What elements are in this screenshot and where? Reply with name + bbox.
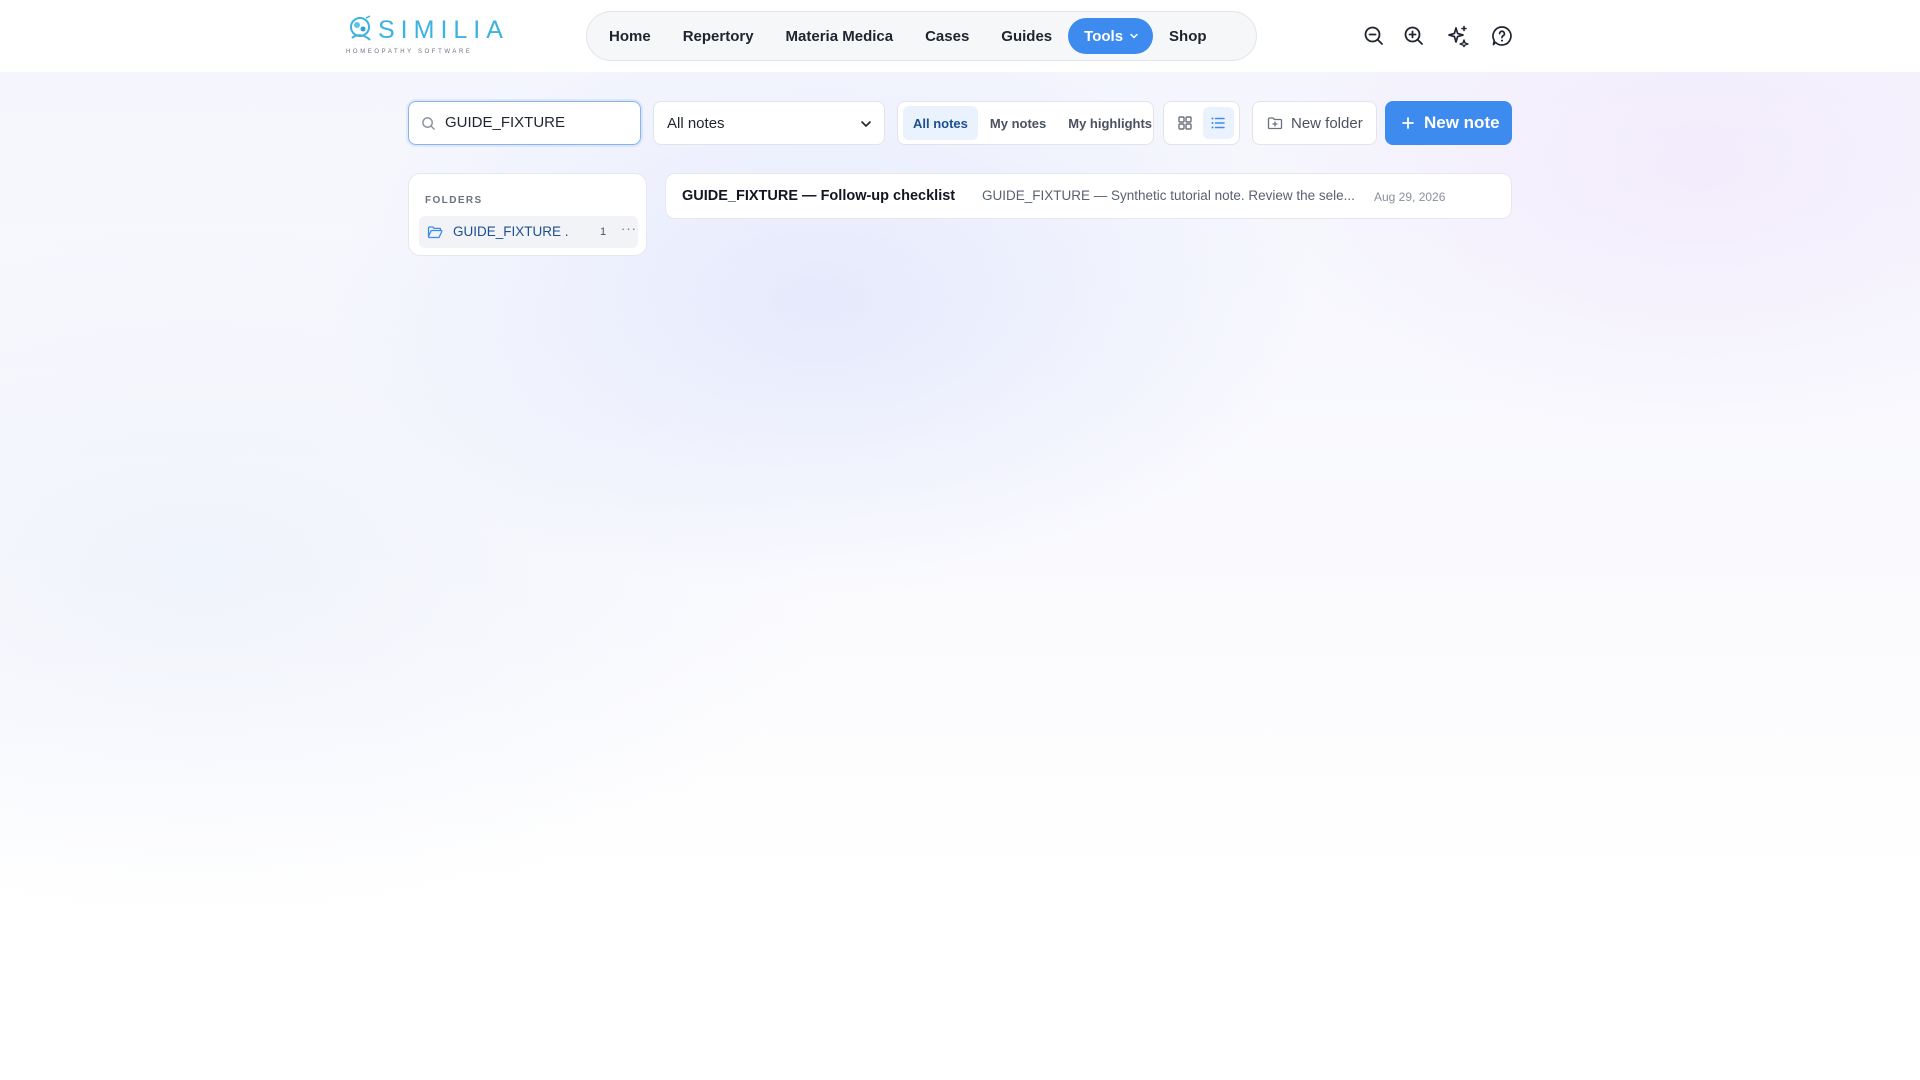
nav-item-repertory[interactable]: Repertory: [667, 18, 770, 54]
page-background: [0, 72, 1920, 1080]
sparkles-icon[interactable]: [1446, 24, 1470, 48]
note-snippet: GUIDE_FIXTURE — Synthetic tutorial note.…: [982, 188, 1355, 203]
search-input[interactable]: [445, 102, 635, 143]
notes-filter-select[interactable]: All notes: [653, 101, 885, 145]
nav-item-tools[interactable]: Tools: [1068, 18, 1154, 54]
help-icon[interactable]: [1490, 24, 1514, 48]
folders-heading: FOLDERS: [425, 195, 483, 206]
new-folder-label: New folder: [1291, 114, 1363, 132]
list-icon: [1211, 117, 1225, 129]
search-box: [408, 101, 641, 145]
segment-my-notes[interactable]: My notes: [980, 106, 1056, 140]
nav-item-shop[interactable]: Shop: [1153, 18, 1223, 54]
logo-mark-icon: [350, 15, 371, 41]
nav-item-home[interactable]: Home: [593, 18, 667, 54]
nav-item-guides[interactable]: Guides: [985, 18, 1068, 54]
brand-name: SIMILIA: [378, 16, 509, 44]
list-view-button[interactable]: [1202, 107, 1234, 139]
chevron-down-icon: [861, 121, 871, 127]
folders-panel: FOLDERS GUIDE_FIXTURE ... 1 ···: [408, 173, 647, 256]
folder-name: GUIDE_FIXTURE ...: [453, 224, 568, 239]
folder-item[interactable]: GUIDE_FIXTURE ... 1 ···: [419, 216, 638, 248]
nav-item-tools-label: Tools: [1084, 27, 1124, 45]
notes-filter-value: All notes: [667, 114, 725, 132]
main-navigation: Home Repertory Materia Medica Cases Guid…: [586, 11, 1257, 61]
similia-logo[interactable]: SIMILIA HOMEOPATHY SOFTWARE: [346, 14, 503, 56]
grid-icon: [1178, 116, 1192, 130]
notes-scope-segment: All notes My notes My highlights: [897, 101, 1154, 145]
view-mode-toggle: [1163, 101, 1240, 145]
new-folder-button[interactable]: New folder: [1252, 101, 1377, 145]
chevron-down-icon: [1130, 33, 1138, 39]
top-header: SIMILIA HOMEOPATHY SOFTWARE Home Reperto…: [0, 0, 1920, 72]
note-list-item[interactable]: GUIDE_FIXTURE — Follow-up checklist GUID…: [665, 173, 1512, 219]
new-note-button[interactable]: New note: [1385, 101, 1512, 145]
segment-all-notes[interactable]: All notes: [903, 106, 978, 140]
new-note-label: New note: [1424, 113, 1500, 132]
search-icon: [422, 117, 435, 130]
folder-plus-icon: [1267, 117, 1283, 130]
zoom-out-icon[interactable]: [1362, 24, 1386, 48]
plus-icon: [1402, 117, 1414, 129]
grid-view-button[interactable]: [1169, 107, 1201, 139]
nav-item-materia-medica[interactable]: Materia Medica: [770, 18, 910, 54]
zoom-in-icon[interactable]: [1402, 24, 1426, 48]
note-date: Aug 29, 2026: [1374, 190, 1446, 204]
folder-open-icon: [427, 226, 443, 239]
brand-tagline: HOMEOPATHY SOFTWARE: [346, 49, 473, 55]
folder-count: 1: [600, 226, 607, 238]
nav-item-cases[interactable]: Cases: [909, 18, 985, 54]
folder-more-button[interactable]: ···: [621, 221, 637, 236]
segment-my-highlights[interactable]: My highlights: [1058, 106, 1162, 140]
note-title: GUIDE_FIXTURE — Follow-up checklist: [682, 188, 956, 204]
